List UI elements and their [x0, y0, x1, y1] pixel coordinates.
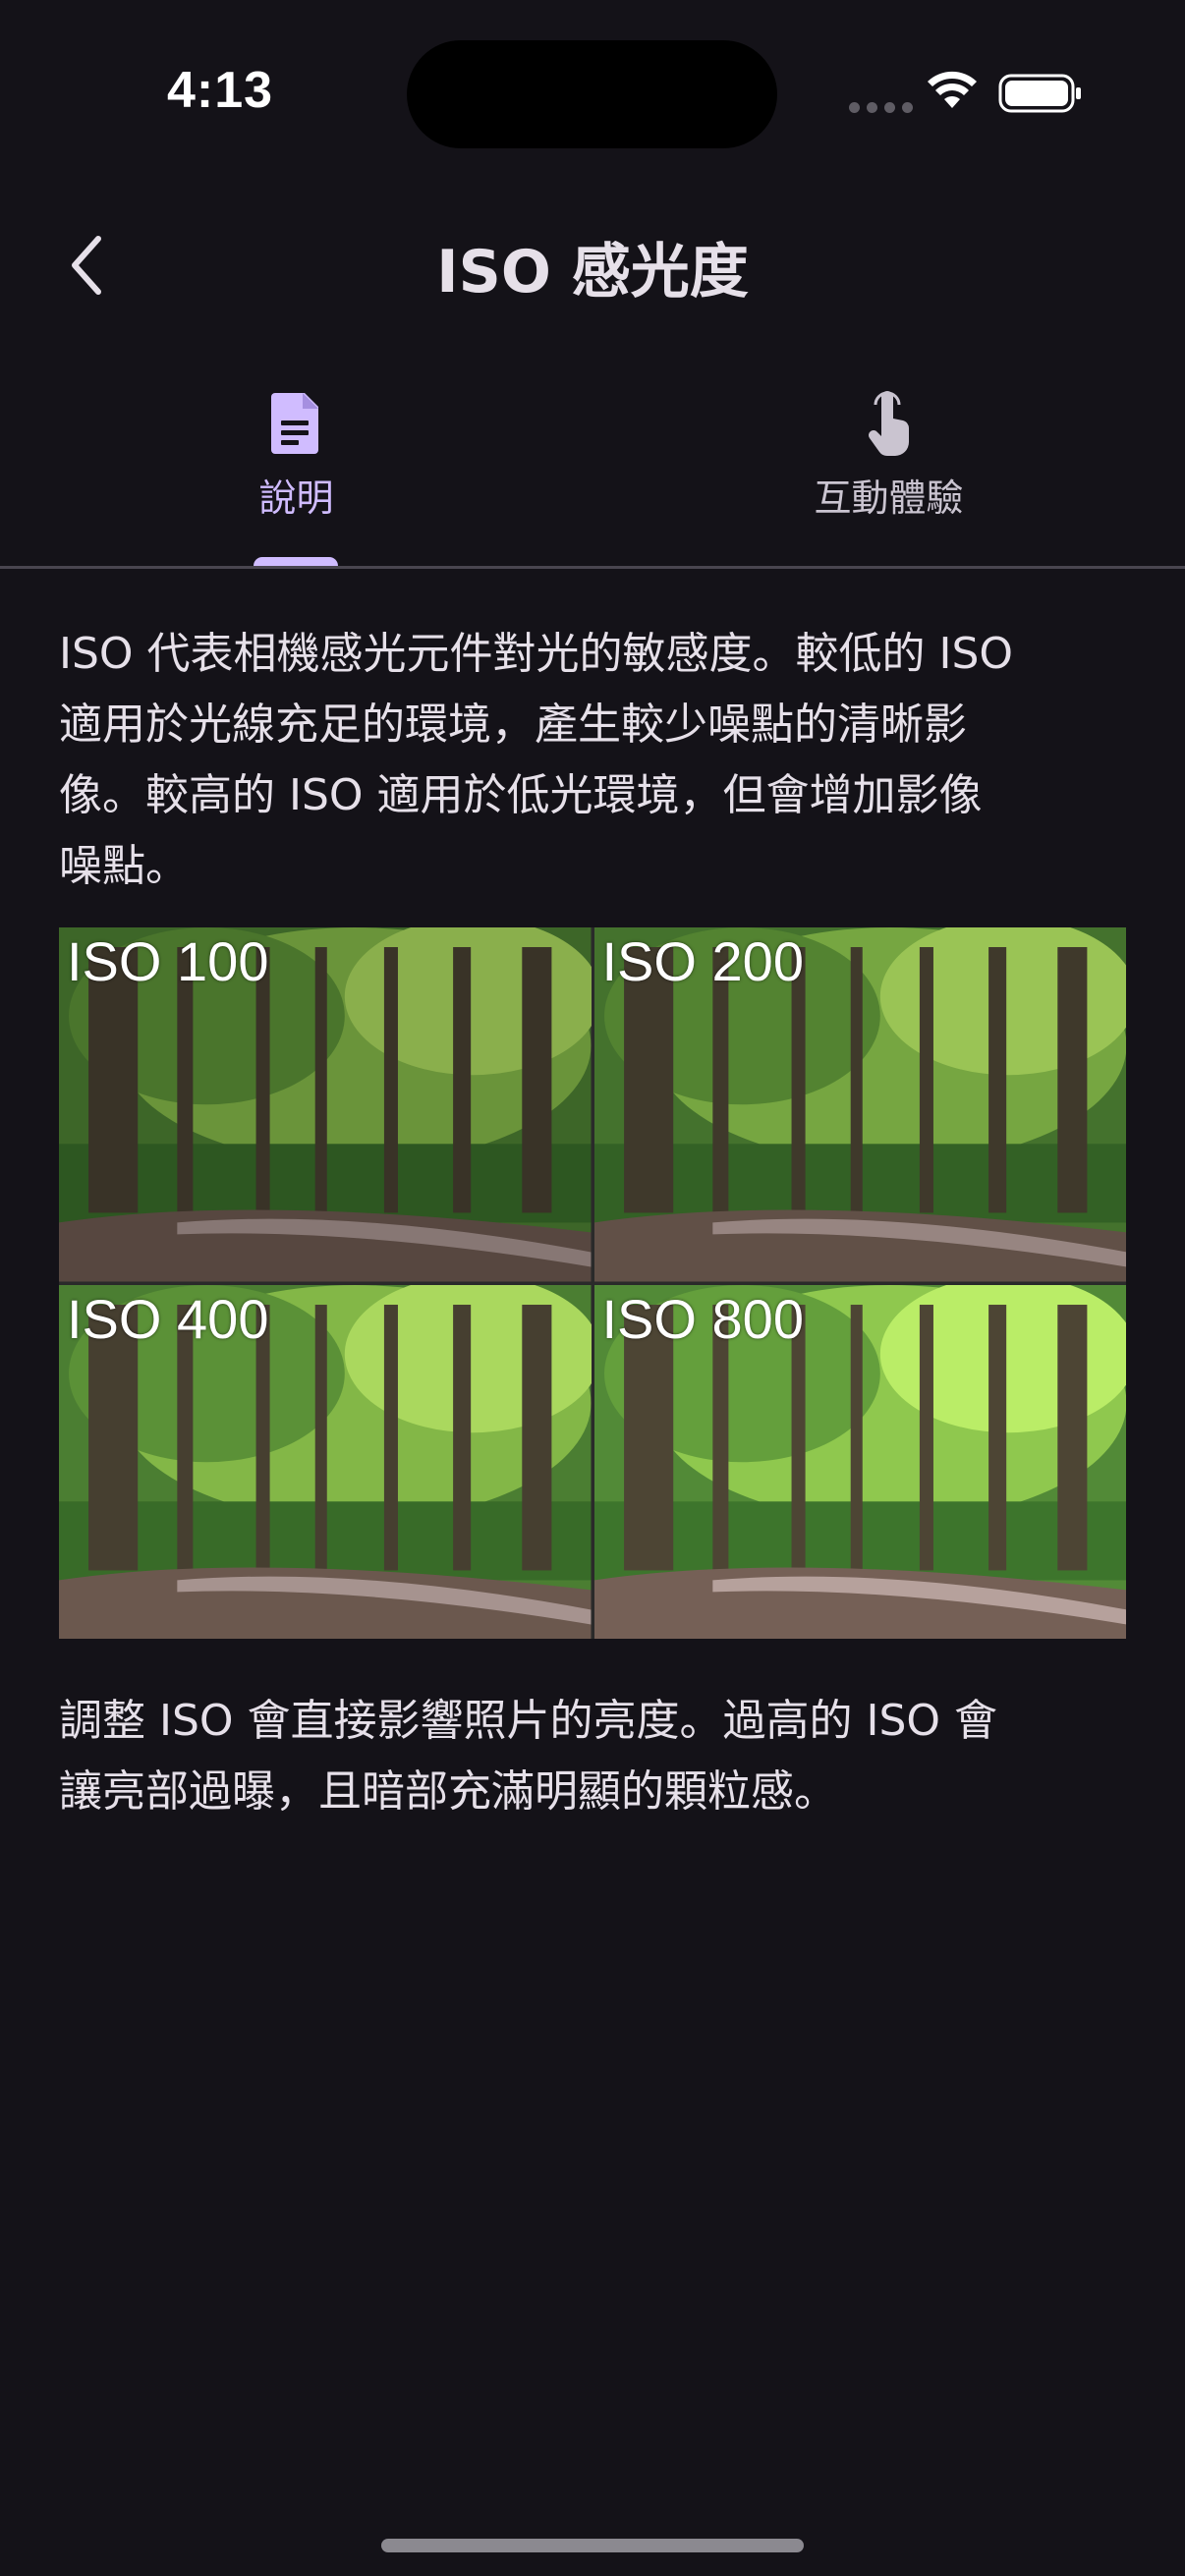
status-bar: 4:13: [0, 0, 1185, 187]
app-bar: ISO 感光度: [0, 196, 1185, 334]
touch-hand-icon: [868, 391, 909, 456]
intro-line: 適用於光線充足的環境，產生較少噪點的清晰影: [59, 700, 967, 750]
iso-sample-label: ISO 400: [67, 1287, 269, 1350]
tab-bar: 說明 互動體驗: [0, 373, 1185, 569]
cellular-signal-icon: [849, 102, 913, 113]
iso-comparison-image: ISO 100 ISO 200 ISO 400 ISO 800: [59, 927, 1126, 1639]
home-indicator: [381, 2539, 804, 2552]
status-time: 4:13: [167, 62, 274, 119]
tab-explanation[interactable]: 說明: [0, 373, 592, 566]
tab-explanation-label: 說明: [258, 476, 334, 520]
outro-paragraph: 調整 ISO 會直接影響照片的亮度。過高的 ISO 會 讓亮部過曝，且暗部充滿明…: [59, 1686, 1130, 1827]
iso-sample-label: ISO 100: [67, 930, 269, 992]
iso-sample: ISO 100: [59, 927, 592, 1282]
document-icon: [270, 393, 318, 454]
intro-paragraph: ISO 代表相機感光元件對光的敏感度。較低的 ISO 適用於光線充足的環境，產生…: [59, 619, 1130, 902]
intro-line: 噪點。: [59, 841, 189, 891]
iso-sample: ISO 200: [593, 927, 1126, 1282]
outro-line: 調整 ISO 會直接影響照片的亮度。過高的 ISO 會: [59, 1696, 998, 1746]
explanation-content: ISO 代表相機感光元件對光的敏感度。較低的 ISO 適用於光線充足的環境，產生…: [59, 619, 1130, 1827]
intro-line: 像。較高的 ISO 適用於低光環境，但會增加影像: [59, 770, 983, 820]
tab-interactive[interactable]: 互動體驗: [592, 373, 1185, 566]
iso-sample-label: ISO 200: [601, 930, 804, 992]
tab-interactive-label: 互動體驗: [814, 476, 964, 520]
tab-selected-indicator: [254, 557, 338, 566]
page-title: ISO 感光度: [436, 238, 749, 307]
iso-sample: ISO 800: [593, 1284, 1126, 1639]
outro-line: 讓亮部過曝，且暗部充滿明顯的顆粒感。: [59, 1766, 837, 1817]
dynamic-island: [407, 40, 777, 148]
intro-line: ISO 代表相機感光元件對光的敏感度。較低的 ISO: [59, 629, 1014, 679]
iso-sample: ISO 400: [59, 1284, 592, 1639]
iso-sample-label: ISO 800: [601, 1287, 804, 1350]
wifi-icon: [928, 71, 977, 108]
battery-icon: [998, 74, 1081, 113]
